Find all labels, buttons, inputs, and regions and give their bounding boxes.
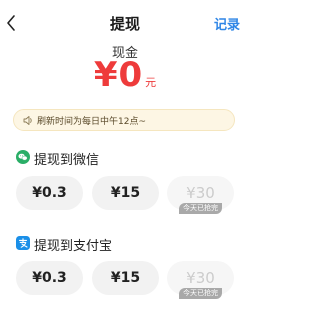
- wechat-icon: [16, 150, 30, 164]
- section-alipay-title: 提现到支付宝: [34, 239, 113, 254]
- sold-out-badge: 今天已抢完: [179, 288, 222, 299]
- record-link[interactable]: 记录: [214, 14, 240, 33]
- sold-out-badge: 今天已抢完: [179, 203, 222, 214]
- balance-amount: ¥0 元: [0, 58, 250, 92]
- alipay-option-15[interactable]: ¥15: [92, 261, 159, 295]
- wechat-option-15[interactable]: ¥15: [92, 176, 159, 210]
- section-wechat-title: 提现到微信: [34, 153, 100, 168]
- page-title: 提现: [109, 15, 140, 33]
- notice-text: 刷新时间为每日中午12点~: [37, 117, 146, 127]
- balance-value: ¥0: [93, 55, 144, 95]
- alipay-icon: [16, 236, 30, 250]
- refresh-notice: 刷新时间为每日中午12点~: [13, 109, 235, 131]
- wechat-option-0-3[interactable]: ¥0.3: [16, 176, 83, 210]
- alipay-option-0-3[interactable]: ¥0.3: [16, 261, 83, 295]
- header-bar: 提现 记录: [0, 0, 250, 44]
- speaker-icon: [23, 116, 32, 125]
- balance-unit: 元: [145, 76, 157, 89]
